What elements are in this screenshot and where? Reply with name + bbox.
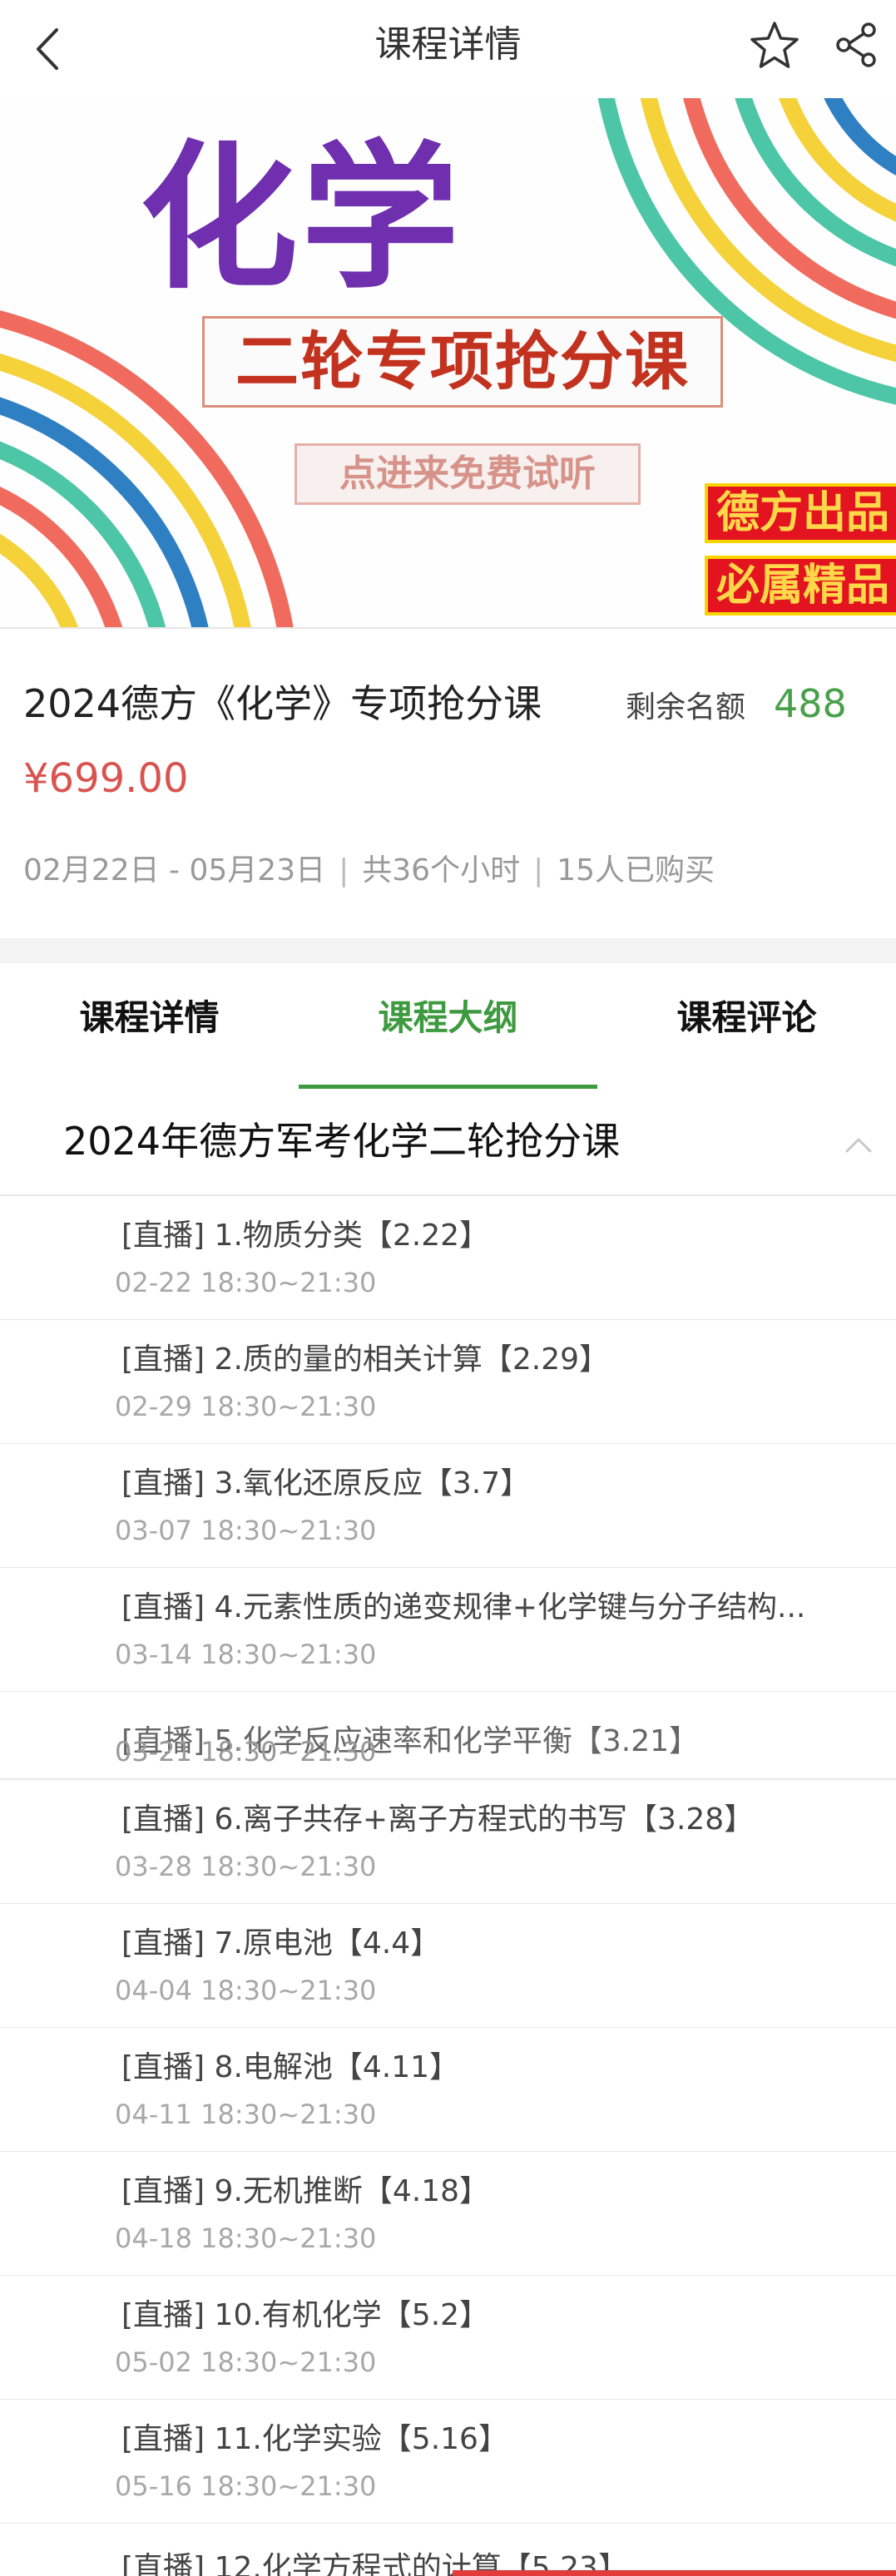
tab-course-comments[interactable]: 课程评论 <box>597 993 896 1043</box>
lesson-title: [直播] 1.物质分类【2.22】 <box>121 1219 490 1253</box>
lesson-title: [直播] 3.氧化还原反应【3.7】 <box>121 1466 531 1501</box>
top-bar: 课程详情 <box>0 0 896 98</box>
banner-cta: 点进来免费试听 <box>295 443 641 505</box>
active-tab-indicator <box>299 1085 597 1089</box>
lesson-title: [直播] 8.电解池【4.11】 <box>121 2050 460 2084</box>
course-hours: 共36个小时 <box>362 853 521 888</box>
course-buyers: 15人已购买 <box>557 853 715 888</box>
course-dates: 02月22日 - 05月23日 <box>23 853 326 888</box>
lesson-time: 03-07 18:30~21:30 <box>115 1515 377 1546</box>
chapter-header[interactable]: 2024年德方军考化学二轮抢分课 <box>0 1091 896 1196</box>
lesson-title: [直播] 10.有机化学【5.2】 <box>121 2298 490 2332</box>
lesson-title: [直播] 9.无机推断【4.18】 <box>121 2174 490 2208</box>
quota-value: 488 <box>774 681 847 726</box>
lesson-time: 05-02 18:30~21:30 <box>115 2346 377 2378</box>
tab-bar: 课程详情 课程大纲 课程评论 <box>0 963 896 1090</box>
meta-separator: | <box>533 853 544 888</box>
course-banner[interactable]: 化学 二轮专项抢分课 点进来免费试听 德方出品 必属精品 <box>0 98 896 629</box>
lesson-item[interactable]: [直播] 10.有机化学【5.2】 05-02 18:30~21:30 <box>0 2276 896 2400</box>
course-meta: 02月22日 - 05月23日 | 共36个小时 | 15人已购买 <box>23 850 715 892</box>
lesson-item[interactable]: [直播] 7.原电池【4.4】 04-04 18:30~21:30 <box>0 1904 896 2029</box>
bottom-action-bar-edge <box>453 2570 896 2576</box>
lesson-item[interactable]: [直播] 6.离子共存+离子方程式的书写【3.28】 03-28 18:30~2… <box>0 1780 896 1905</box>
banner-title: 化学 <box>140 126 463 310</box>
meta-separator: | <box>339 853 349 888</box>
tab-course-outline[interactable]: 课程大纲 <box>299 993 597 1043</box>
lesson-time: 04-04 18:30~21:30 <box>115 1975 377 2006</box>
lesson-time: 02-29 18:30~21:30 <box>115 1391 377 1422</box>
chevron-up-icon[interactable] <box>842 1128 875 1161</box>
banner-subtitle: 二轮专项抢分课 <box>202 316 723 408</box>
lesson-item[interactable]: [直播] 5.化学反应速率和化学平衡【3.21】 03-21 18:30~21:… <box>0 1692 896 1780</box>
lesson-title: [直播] 7.原电池【4.4】 <box>121 1926 441 1960</box>
lesson-time: 04-18 18:30~21:30 <box>115 2222 377 2254</box>
lesson-time: 03-21 18:30~21:30 <box>115 1736 377 1768</box>
lesson-title: [直播] 4.元素性质的递变规律+化学键与分子结构... <box>121 1590 806 1624</box>
course-name: 2024德方《化学》专项抢分课 <box>23 681 542 726</box>
lesson-item[interactable]: [直播] 8.电解池【4.11】 04-11 18:30~21:30 <box>0 2028 896 2153</box>
lesson-time: 05-16 18:30~21:30 <box>115 2470 377 2502</box>
star-icon[interactable] <box>749 20 800 72</box>
lesson-title: [直播] 11.化学实验【5.16】 <box>121 2422 508 2456</box>
share-icon[interactable] <box>832 20 880 70</box>
lesson-item[interactable]: [直播] 3.氧化还原反应【3.7】 03-07 18:30~21:30 <box>0 1444 896 1569</box>
lesson-time: 03-14 18:30~21:30 <box>115 1639 377 1670</box>
lesson-item[interactable]: [直播] 2.质的量的相关计算【2.29】 02-29 18:30~21:30 <box>0 1320 896 1445</box>
course-price: ¥699.00 <box>23 755 189 802</box>
banner-badge: 必属精品 <box>705 556 896 616</box>
lesson-time: 03-28 18:30~21:30 <box>115 1851 377 1882</box>
chapter-title: 2024年德方军考化学二轮抢分课 <box>63 1119 621 1164</box>
lesson-item[interactable]: [直播] 4.元素性质的递变规律+化学键与分子结构... 03-14 18:30… <box>0 1568 896 1693</box>
lesson-time: 02-22 18:30~21:30 <box>115 1267 377 1298</box>
lesson-item[interactable]: [直播] 12.化学方程式的计算【5.23】 <box>0 2524 896 2576</box>
lesson-time: 04-11 18:30~21:30 <box>115 2099 377 2130</box>
lesson-title: [直播] 2.质的量的相关计算【2.29】 <box>121 1342 610 1377</box>
lesson-item[interactable]: [直播] 9.无机推断【4.18】 04-18 18:30~21:30 <box>0 2152 896 2277</box>
section-gap <box>0 938 896 963</box>
tab-course-details[interactable]: 课程详情 <box>0 993 299 1043</box>
lesson-item[interactable]: [直播] 11.化学实验【5.16】 05-16 18:30~21:30 <box>0 2400 896 2524</box>
lesson-item[interactable]: [直播] 1.物质分类【2.22】 02-22 18:30~21:30 <box>0 1196 896 1321</box>
lesson-title: [直播] 6.离子共存+离子方程式的书写【3.28】 <box>121 1802 755 1837</box>
banner-badge: 德方出品 <box>705 483 896 543</box>
quota-label: 剩余名额 <box>626 690 746 724</box>
course-info: 2024德方《化学》专项抢分课 剩余名额 488 ¥699.00 02月22日 … <box>0 629 896 938</box>
